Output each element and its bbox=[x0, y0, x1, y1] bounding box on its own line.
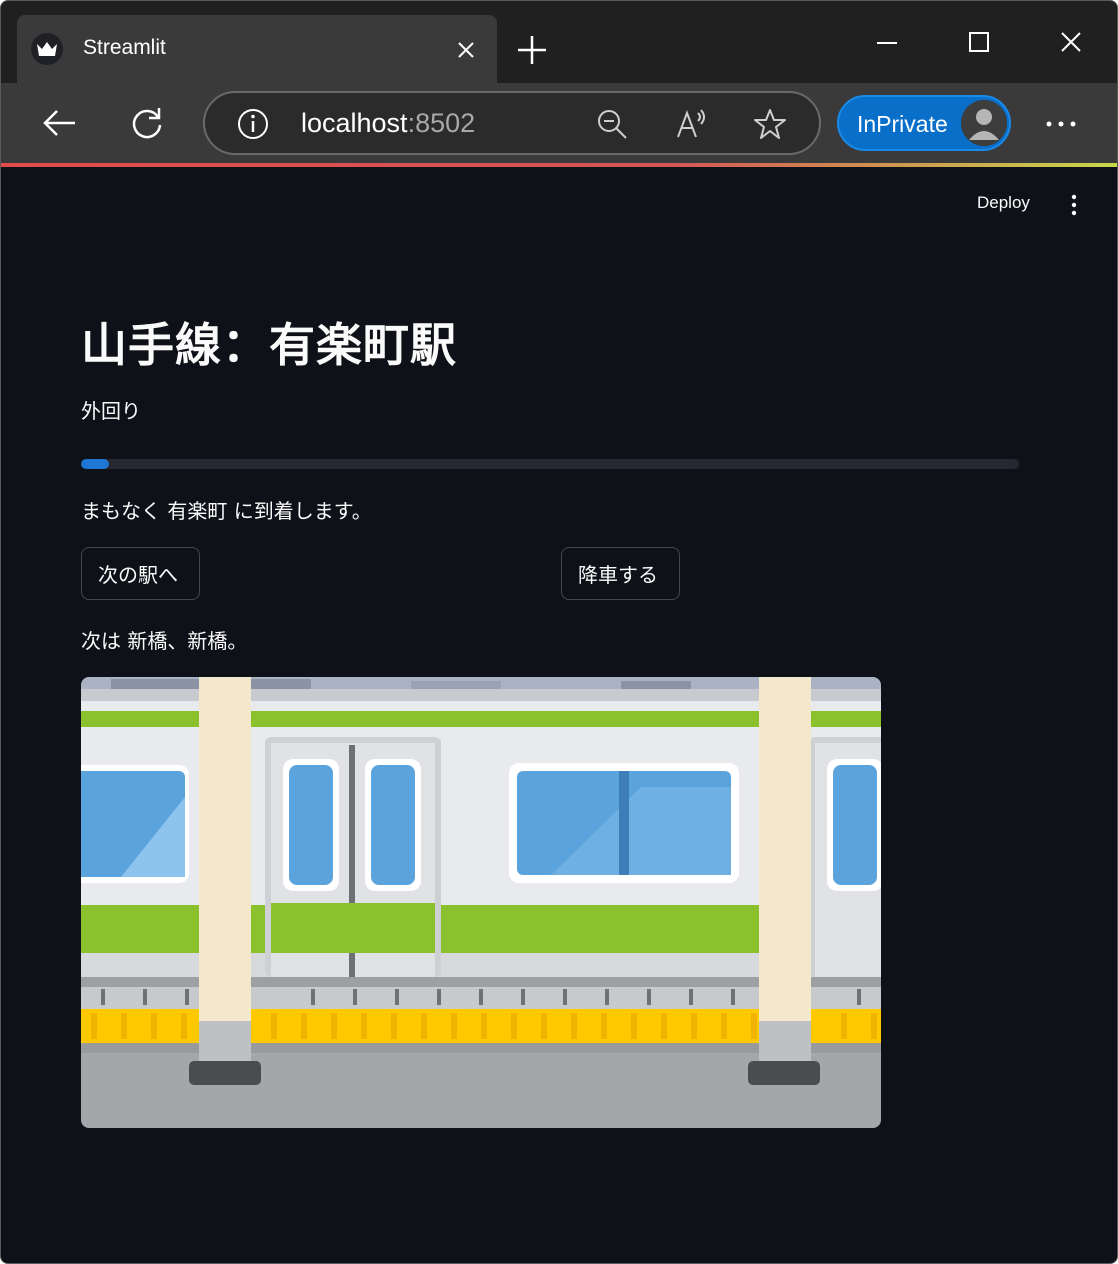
tab-title: Streamlit bbox=[83, 36, 166, 59]
page-title: 山手線：有楽町駅 bbox=[81, 318, 457, 372]
url-host: localhost bbox=[301, 108, 408, 138]
avatar bbox=[961, 100, 1007, 146]
star-icon[interactable] bbox=[753, 107, 787, 141]
title-bar: Streamlit bbox=[1, 1, 1117, 83]
url-port: :8502 bbox=[407, 108, 476, 138]
url-text[interactable]: localhost:8502 bbox=[301, 108, 475, 139]
inprivate-label: InPrivate bbox=[857, 111, 948, 137]
browser-toolbar: localhost:8502 InPrivate bbox=[1, 83, 1117, 165]
next-station-announcement: 次は 新橋、新橋。 bbox=[81, 629, 248, 653]
refresh-icon[interactable] bbox=[127, 103, 167, 143]
train-platform-illustration bbox=[81, 677, 881, 1128]
browser-window: Streamlit localhost:8502 InPrivate Deplo… bbox=[0, 0, 1118, 1264]
inprivate-button[interactable]: InPrivate bbox=[837, 95, 1011, 151]
window-close-icon[interactable] bbox=[1051, 27, 1091, 61]
more-vertical-icon[interactable] bbox=[1063, 193, 1085, 217]
address-bar[interactable]: localhost:8502 bbox=[203, 91, 821, 155]
streamlit-app: Deploy 山手線：有楽町駅 外回り まもなく 有楽町 に到着します。 次の駅… bbox=[1, 167, 1117, 1263]
plus-icon[interactable] bbox=[515, 33, 549, 67]
get-off-button[interactable]: 降車する bbox=[561, 547, 680, 600]
arrow-left-icon[interactable] bbox=[39, 103, 79, 143]
deploy-button[interactable]: Deploy bbox=[977, 193, 1030, 213]
arrival-status: まもなく 有楽町 に到着します。 bbox=[81, 499, 372, 523]
browser-tab[interactable]: Streamlit bbox=[17, 15, 497, 83]
minimize-icon[interactable] bbox=[867, 27, 907, 61]
next-station-button[interactable]: 次の駅へ bbox=[81, 547, 200, 600]
more-horizontal-icon[interactable] bbox=[1041, 107, 1081, 141]
close-icon[interactable] bbox=[453, 37, 479, 63]
info-icon[interactable] bbox=[237, 108, 269, 140]
streamlit-crown-icon bbox=[31, 33, 63, 65]
read-aloud-icon[interactable] bbox=[675, 107, 709, 141]
maximize-icon[interactable] bbox=[959, 27, 999, 61]
direction-text: 外回り bbox=[81, 399, 141, 423]
zoom-out-icon[interactable] bbox=[595, 107, 629, 141]
progress-fill bbox=[81, 459, 110, 469]
progress-bar bbox=[81, 459, 1019, 469]
